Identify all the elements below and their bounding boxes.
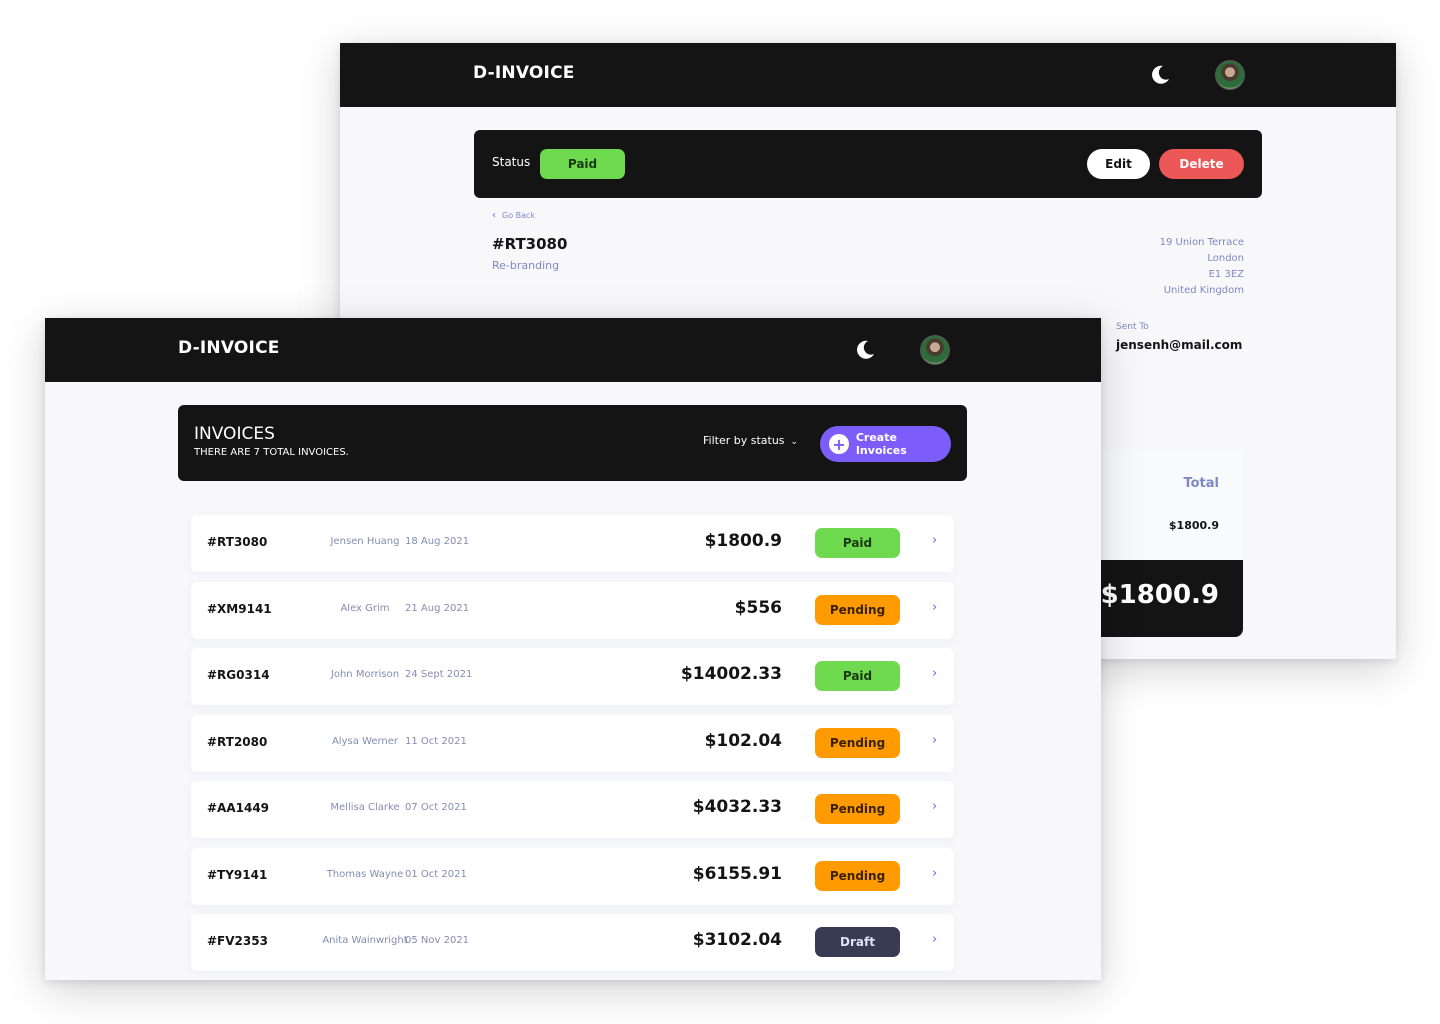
due-date: 18 Aug 2021 (405, 536, 470, 547)
status-badge: Paid (815, 661, 900, 691)
address-postcode: E1 3EZ (1208, 269, 1244, 280)
app-logo[interactable]: D-INVOICE (473, 63, 575, 83)
sent-to-email: jensenh@mail.com (1116, 338, 1243, 352)
invoice-amount: $556 (734, 597, 782, 618)
invoice-list: #RT3080 Jensen Huang 18 Aug 2021 $1800.9 Pai… (191, 515, 954, 980)
filter-label: Filter by status (703, 434, 785, 447)
top-bar: D-INVOICE (45, 318, 1101, 382)
avatar[interactable] (920, 335, 950, 365)
amount-due-bar: $1800.9 (1080, 560, 1243, 637)
invoice-id: #RG0314 (207, 668, 270, 682)
create-invoice-label: Create Invoices (855, 431, 907, 457)
edit-button[interactable]: Edit (1087, 149, 1150, 179)
invoice-row[interactable]: #RT2080 Alysa Werner 11 Oct 2021 $102.04 Pen… (191, 714, 954, 772)
delete-button[interactable]: Delete (1159, 149, 1244, 179)
invoice-amount: $102.04 (704, 730, 782, 751)
moon-icon[interactable] (1148, 63, 1172, 87)
invoices-header: INVOICES THERE ARE 7 TOTAL INVOICES. Fil… (178, 405, 967, 481)
due-date: 07 Oct 2021 (405, 802, 467, 813)
invoice-list-window: D-INVOICE INVOICES THERE ARE 7 TOTAL INV… (45, 318, 1101, 980)
invoice-row[interactable]: #AA1449 Mellisa Clarke 07 Oct 2021 $4032.33… (191, 781, 954, 838)
invoice-id: #RT3080 (207, 535, 268, 549)
invoice-row[interactable]: #RG0314 John Morrison 24 Sept 2021 $14002.3… (191, 648, 954, 705)
invoice-amount: $6155.91 (692, 863, 782, 884)
chevron-right-icon[interactable]: › (932, 733, 937, 748)
amount-due: $1800.9 (1100, 580, 1219, 610)
status-badge: Pending (815, 594, 900, 625)
status-label: Status (492, 155, 531, 169)
invoice-row[interactable]: #RT3080 Jensen Huang 18 Aug 2021 $1800.9 Pai… (191, 515, 954, 572)
plus-icon: + (829, 434, 849, 454)
chevron-left-icon: ‹ (492, 210, 496, 221)
create-invoice-button[interactable]: + Create Invoices (820, 426, 951, 462)
chevron-right-icon[interactable]: › (932, 866, 937, 881)
top-bar: D-INVOICE (340, 43, 1396, 107)
status-badge: Paid (540, 149, 625, 179)
invoice-id: #RT3080 (492, 235, 568, 253)
invoice-id: #AA1449 (207, 801, 270, 815)
page-title: INVOICES (194, 424, 275, 444)
invoice-amount: $3102.04 (692, 930, 782, 950)
chevron-right-icon[interactable]: › (932, 932, 937, 947)
chevron-right-icon[interactable]: › (932, 600, 937, 615)
invoice-id: #FV2353 (207, 934, 268, 948)
invoice-row[interactable]: #TY9141 Thomas Wayne 01 Oct 2021 $6155.91 Pe… (191, 847, 954, 905)
item-total: $1800.9 (1168, 519, 1219, 532)
total-card: Total $1800.9 $1800.9 (1080, 450, 1243, 637)
invoice-status-bar: Status Paid Edit Delete (474, 130, 1262, 198)
go-back-label: Go Back (502, 211, 536, 220)
invoice-row[interactable]: #XM9141 Alex Grim 21 Aug 2021 $556 Pending › (191, 581, 954, 639)
status-badge: Pending (815, 727, 900, 758)
filter-by-status-dropdown[interactable]: Filter by status ⌄ (703, 434, 798, 447)
status-badge: Pending (815, 860, 900, 891)
invoice-row[interactable]: #FV2353 Anita Wainwright 05 Nov 2021 $3102.… (191, 914, 954, 971)
address-country: United Kingdom (1163, 285, 1244, 296)
due-date: 24 Sept 2021 (405, 669, 473, 680)
invoice-amount: $14002.33 (680, 664, 782, 684)
moon-icon[interactable] (853, 338, 877, 362)
invoice-description: Re-branding (492, 259, 560, 272)
due-date: 11 Oct 2021 (405, 735, 467, 747)
address-city: London (1207, 253, 1244, 264)
due-date: 05 Nov 2021 (405, 935, 470, 946)
chevron-right-icon[interactable]: › (932, 666, 937, 681)
invoice-id: #XM9141 (207, 601, 272, 616)
address-street: 19 Union Terrace (1159, 237, 1244, 248)
chevron-down-icon: ⌄ (790, 437, 799, 447)
invoice-id: #RT2080 (207, 734, 268, 749)
status-badge: Draft (815, 927, 900, 957)
avatar[interactable] (1215, 60, 1245, 90)
status-badge: Paid (815, 528, 900, 558)
invoice-count: THERE ARE 7 TOTAL INVOICES. (194, 447, 349, 458)
go-back-link[interactable]: ‹ Go Back (492, 210, 535, 221)
invoice-id: #TY9141 (207, 867, 268, 882)
due-date: 21 Aug 2021 (405, 602, 470, 614)
chevron-right-icon[interactable]: › (932, 533, 937, 548)
invoice-amount: $1800.9 (704, 531, 782, 551)
due-date: 01 Oct 2021 (405, 868, 467, 880)
chevron-right-icon[interactable]: › (932, 799, 937, 814)
sender-address: 19 Union Terrace London E1 3EZ United Ki… (1160, 235, 1244, 299)
sent-to-label: Sent To (1116, 322, 1149, 332)
app-logo[interactable]: D-INVOICE (178, 338, 280, 358)
total-label: Total (1183, 476, 1219, 491)
invoice-amount: $4032.33 (692, 797, 782, 817)
status-badge: Pending (815, 794, 900, 824)
